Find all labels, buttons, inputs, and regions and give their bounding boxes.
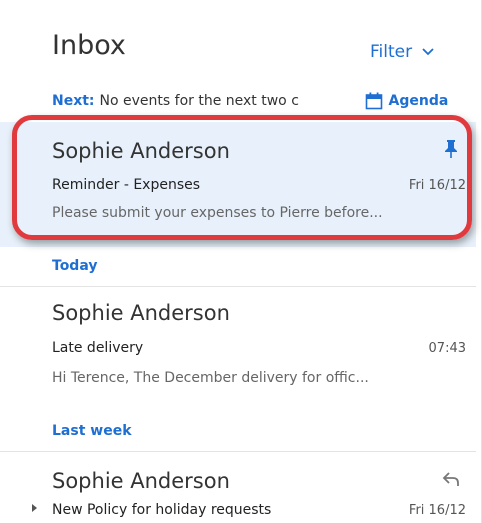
- message-item-late-delivery[interactable]: Sophie Anderson Late delivery 07:43 Hi T…: [0, 287, 476, 402]
- filter-label: Filter: [370, 42, 413, 62]
- agenda-button[interactable]: Agenda: [365, 92, 449, 110]
- reply-icon: [442, 471, 460, 491]
- message-sender: Sophie Anderson: [52, 301, 230, 325]
- group-header-last-week: Last week: [52, 423, 132, 439]
- folder-title: Inbox: [52, 30, 126, 61]
- message-item-reminder-expenses[interactable]: Sophie Anderson Reminder - Expenses Fri …: [0, 122, 476, 247]
- message-sender: Sophie Anderson: [52, 139, 230, 163]
- message-subject: Late delivery: [52, 340, 144, 356]
- message-list-pane: Inbox Filter Next: No events for the nex…: [0, 0, 482, 523]
- message-date: Fri 16/12: [408, 503, 466, 518]
- chevron-down-icon: [422, 48, 434, 56]
- message-preview: Please submit your expenses to Pierre be…: [52, 205, 383, 221]
- group-header-today: Today: [52, 258, 98, 274]
- next-event-bar: Next: No events for the next two c Agend…: [52, 90, 472, 112]
- message-preview: Hi Terence, The December delivery for of…: [52, 370, 369, 386]
- next-event-text: No events for the next two c: [99, 93, 299, 109]
- message-sender: Sophie Anderson: [52, 469, 230, 493]
- message-subject: Reminder - Expenses: [52, 177, 201, 193]
- pin-icon[interactable]: [444, 139, 458, 163]
- agenda-label: Agenda: [388, 93, 449, 109]
- next-label: Next:: [52, 93, 95, 109]
- filter-button[interactable]: Filter: [370, 42, 434, 62]
- message-item-holiday-policy[interactable]: Sophie Anderson New Policy for holiday r…: [0, 452, 476, 523]
- expand-thread-icon[interactable]: [32, 504, 37, 512]
- message-date: Fri 16/12: [408, 178, 466, 193]
- calendar-icon: [365, 92, 383, 110]
- message-list-header: Inbox Filter Next: No events for the nex…: [0, 0, 482, 122]
- message-subject: New Policy for holiday requests: [52, 502, 272, 518]
- message-date: 07:43: [428, 341, 466, 356]
